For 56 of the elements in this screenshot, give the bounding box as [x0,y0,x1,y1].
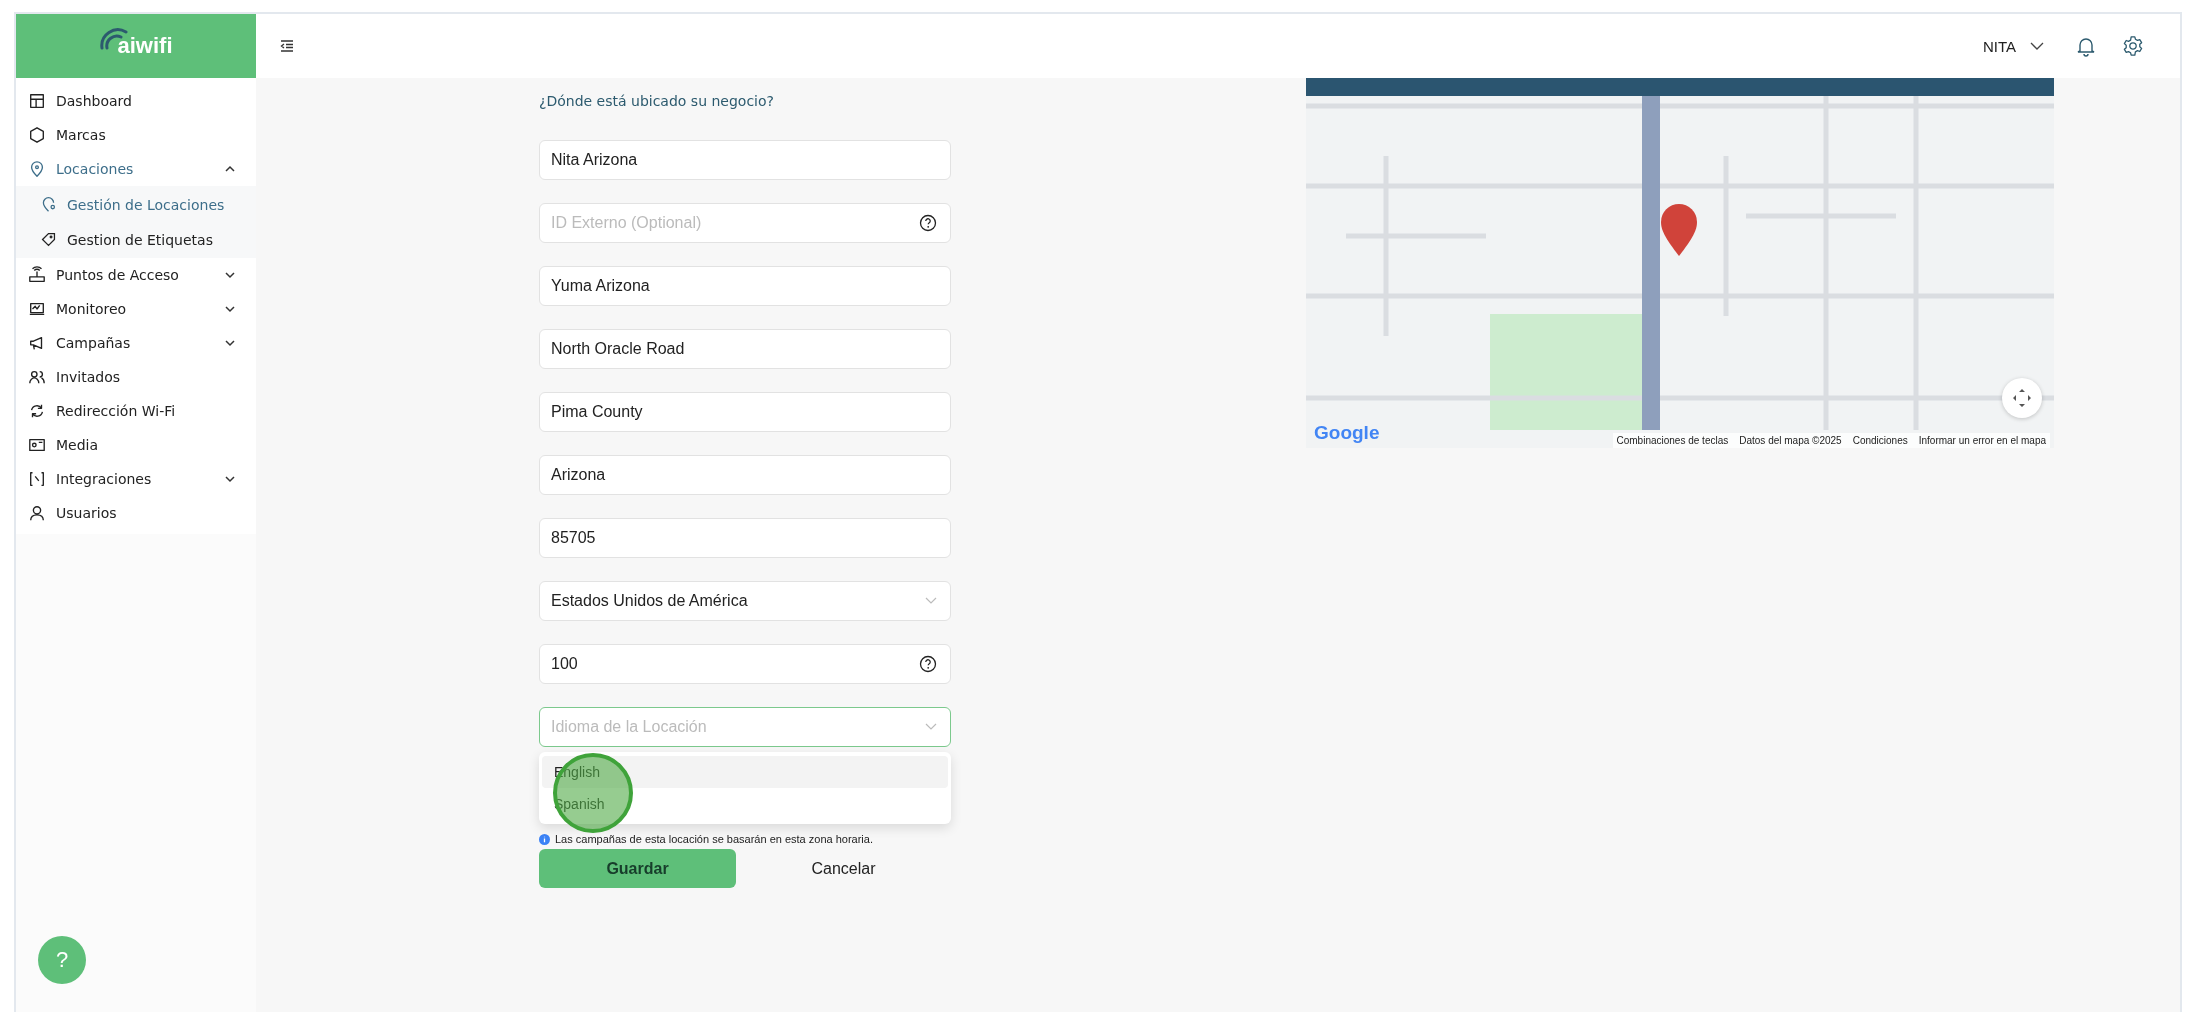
brand-logo: aiwifi [117,33,173,59]
submenu-icon [40,196,57,213]
settings-icon[interactable] [2122,35,2144,57]
menu-icon [28,92,46,110]
timezone-note: Las campañas de esta locación se basarán en esta zona horaria. [555,833,873,845]
section-question: ¿Dónde está ubicado su negocio? [539,92,775,111]
sidebar-item[interactable]: Monitoreo [16,292,256,326]
submenu-icon [40,231,57,248]
sidebar-item[interactable]: Integraciones [16,462,256,496]
menu-icon [28,300,46,318]
map-logo: Google [1314,422,1380,444]
help-icon[interactable] [919,655,937,673]
menu-icon [28,266,46,284]
sidebar-item[interactable]: Locaciones [16,152,256,186]
user-menu[interactable]: NITA [1976,36,2050,56]
sidebar-item[interactable]: Media [16,428,256,462]
sidebar-item[interactable]: Invitados [16,360,256,394]
input-field[interactable]: Yuma Arizona [539,266,951,306]
select-field[interactable]: Idioma de la Locación [539,707,951,747]
chevron-down-icon [925,597,937,605]
sidebar-subitem[interactable]: Gestión de Locaciones [16,187,256,222]
map-attribution-link[interactable]: Condiciones [1852,435,1908,446]
sidebar-item[interactable]: Dashboard [16,84,256,118]
input-field[interactable]: ID Externo (Optional) [539,203,951,243]
input-field[interactable]: Nita Arizona [539,140,951,180]
select-field[interactable]: Estados Unidos de América [539,581,951,621]
menu-icon [28,160,46,178]
sidebar-item[interactable]: Redirección Wi-Fi [16,394,256,428]
sidebar-subitem[interactable]: Gestion de Etiquetas [16,222,256,257]
sidebar-item[interactable]: Puntos de Acceso [16,258,256,292]
chevron-down-icon [2030,41,2044,51]
notification-bell-icon[interactable] [2076,35,2096,57]
menu-icon [28,368,46,386]
sidebar-item[interactable]: Marcas [16,118,256,152]
menu-icon [28,470,46,488]
menu-icon [28,126,46,144]
chevron-down-icon [925,723,937,731]
menu-icon [28,436,46,454]
sidebar-item[interactable]: Campañas [16,326,256,360]
save-button[interactable]: Guardar [539,849,736,888]
input-field[interactable]: North Oracle Road [539,329,951,369]
input-field[interactable]: Arizona [539,455,951,495]
fullscreen-icon [2011,387,2033,409]
map-attribution-link[interactable]: Combinaciones de teclas [1616,435,1729,446]
menu-icon [28,504,46,522]
cancel-button[interactable]: Cancelar [736,849,951,888]
input-field[interactable]: 100 [539,644,951,684]
help-icon[interactable] [919,214,937,232]
sidebar-item[interactable]: Usuarios [16,496,256,530]
input-field[interactable]: Pima County [539,392,951,432]
collapse-menu-icon[interactable] [280,40,294,52]
menu-icon [28,402,46,420]
map-attribution-link[interactable]: Datos del mapa ©2025 [1739,435,1842,446]
map-attribution-link[interactable]: Informar un error en el mapa [1918,435,2046,446]
input-field[interactable]: 85705 [539,518,951,558]
info-icon [539,833,550,845]
